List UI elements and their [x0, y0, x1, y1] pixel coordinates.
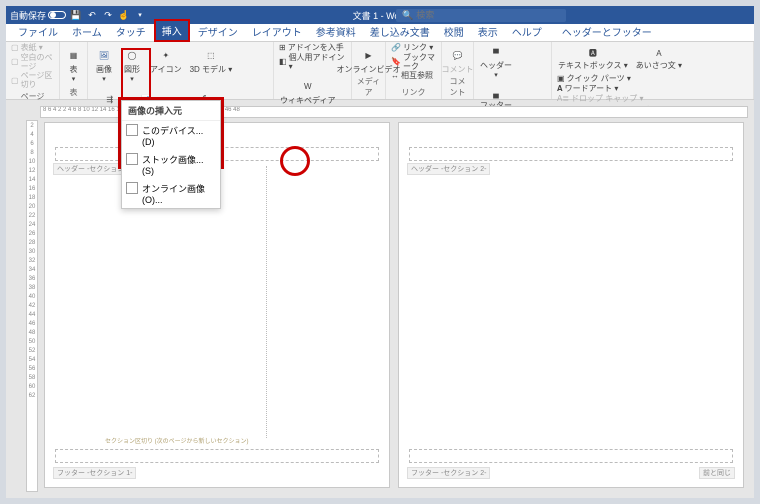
touch-mode-icon[interactable]: ☝	[118, 9, 130, 21]
save-icon[interactable]: 💾	[70, 9, 82, 21]
menu-online-pictures[interactable]: オンライン画像(O)...	[122, 179, 220, 208]
icons-button[interactable]: ✦アイコン	[148, 44, 184, 75]
menu-this-device[interactable]: このデバイス...(D)	[122, 121, 220, 150]
header-button[interactable]: ▀ヘッダー▾	[478, 44, 514, 80]
footer-icon: ▄	[488, 85, 504, 101]
online-video-button[interactable]: ▶オンラインビデオ	[356, 44, 381, 75]
dropdown-header: 画像の挿入元	[122, 101, 220, 121]
greeting-button[interactable]: Aあいさつ文 ▾	[634, 44, 684, 71]
shapes-button[interactable]: ◯図形▾	[120, 44, 144, 84]
ribbon-tabs: ファイル ホーム タッチ 挿入 デザイン レイアウト 参考資料 差し込み文書 校…	[6, 24, 754, 42]
cube-icon: ⬚	[201, 45, 221, 65]
group-header-footer: ▀ヘッダー▾ ▄フッター▾ #ページ番号 ▾ ヘッダーとフッター	[474, 42, 552, 99]
footer-area[interactable]	[409, 449, 733, 463]
group-comments: 💬コメント コメント	[442, 42, 474, 99]
tab-mailings[interactable]: 差し込み文書	[364, 22, 436, 41]
textbox-icon: 🅰	[585, 45, 601, 61]
page-break-button: ▢ページ区切り	[10, 72, 55, 90]
greeting-icon: A	[651, 45, 667, 61]
store-icon: ⊞	[279, 44, 286, 53]
search-box[interactable]: 🔍	[396, 9, 566, 22]
ribbon: ▢表紙 ▾ ▢空白のページ ▢ページ区切り ページ ▦表▾ 表 🖼画像▾ ◯図形…	[6, 42, 754, 100]
tab-file[interactable]: ファイル	[12, 22, 64, 41]
wordart-button[interactable]: 𝐀ワードアート ▾	[556, 85, 645, 94]
video-icon: ▶	[359, 45, 379, 65]
pictures-dropdown: 画像の挿入元 このデバイス...(D) ストック画像...(S) オンライン画像…	[121, 100, 221, 209]
wordart-icon: 𝐀	[557, 85, 563, 94]
footer-section-tag: フッター -セクション 1-	[53, 467, 136, 479]
anchor-dotted-line	[266, 166, 267, 438]
tab-help[interactable]: ヘルプ	[506, 22, 548, 41]
cover-page-button: ▢表紙 ▾	[10, 44, 55, 53]
tab-touch[interactable]: タッチ	[110, 22, 152, 41]
link-button[interactable]: 🔗リンク ▾	[390, 44, 437, 53]
comment-icon: 💬	[448, 45, 468, 65]
tab-review[interactable]: 校閲	[438, 22, 470, 41]
table-icon: ▦	[64, 45, 84, 65]
tab-design[interactable]: デザイン	[192, 22, 244, 41]
icons-icon: ✦	[156, 45, 176, 65]
tab-layout[interactable]: レイアウト	[246, 22, 308, 41]
tab-home[interactable]: ホーム	[66, 22, 108, 41]
crossref-icon: ↔	[391, 72, 399, 81]
same-as-previous-tag: 前と同じ	[699, 467, 735, 479]
section-break-label: セクション区切り (次のページから新しいセクション)	[105, 436, 249, 445]
group-label: 表	[64, 86, 83, 99]
comment-button: 💬コメント	[446, 44, 469, 75]
group-media: ▶オンラインビデオ メディア	[352, 42, 386, 99]
header-area[interactable]	[409, 147, 733, 161]
group-label: リンク	[390, 86, 437, 99]
tab-view[interactable]: 表示	[472, 22, 504, 41]
dropcap-icon: A≣	[557, 95, 569, 104]
group-illustrations: 🖼画像▾ ◯図形▾ ✦アイコン ⬚3D モデル ▾ ⇶SmartArt 📊グラフ…	[88, 42, 274, 99]
group-pages: ▢表紙 ▾ ▢空白のページ ▢ページ区切り ページ	[6, 42, 60, 99]
get-addins-button[interactable]: ⊞アドインを入手	[278, 44, 347, 53]
menu-stock-images[interactable]: ストック画像...(S)	[122, 150, 220, 179]
redo-icon[interactable]: ↷	[102, 9, 114, 21]
link-icon: 🔗	[391, 44, 401, 53]
shapes-icon: ◯	[122, 45, 142, 65]
toggle-pill-icon	[48, 11, 66, 19]
search-icon: 🔍	[402, 10, 413, 21]
search-input[interactable]	[416, 10, 560, 20]
bookmark-icon: 🔖	[391, 58, 401, 67]
group-label: コメント	[446, 75, 469, 99]
tab-header-footer[interactable]: ヘッダーとフッター	[556, 22, 658, 41]
blank-page-button: ▢空白のページ	[10, 54, 55, 72]
quickparts-icon: ▣	[557, 75, 565, 84]
group-tables: ▦表▾ 表	[60, 42, 88, 99]
page-2[interactable]: ヘッダー -セクション 2- フッター -セクション 2- 前と同じ	[398, 122, 744, 488]
wikipedia-icon: W	[298, 76, 318, 96]
addin-icon: ◧	[279, 58, 287, 67]
group-label: メディア	[356, 75, 381, 99]
wikipedia-button[interactable]: Wウィキペディア	[278, 75, 337, 106]
group-links: 🔗リンク ▾ 🔖ブックマーク ↔相互参照 リンク	[386, 42, 442, 99]
3d-model-button[interactable]: ⬚3D モデル ▾	[188, 44, 235, 75]
vertical-ruler[interactable]: 2468101214161820222426283032343638404244…	[26, 120, 38, 492]
group-label: ページ	[10, 90, 55, 103]
tab-insert[interactable]: 挿入	[154, 19, 190, 42]
footer-section-tag: フッター -セクション 2-	[407, 467, 490, 479]
dropcap-button: A≣ドロップ キャップ ▾	[556, 95, 645, 104]
cross-ref-button[interactable]: ↔相互参照	[390, 72, 437, 81]
header-icon: ▀	[488, 45, 504, 61]
pictures-button[interactable]: 🖼画像▾	[92, 44, 116, 84]
textbox-button[interactable]: 🅰テキストボックス ▾	[556, 44, 630, 71]
undo-icon[interactable]: ↶	[86, 9, 98, 21]
tab-references[interactable]: 参考資料	[310, 22, 362, 41]
group-text: 🅰テキストボックス ▾ Aあいさつ文 ▾ ▣クイック パーツ ▾ 𝐀ワードアート…	[552, 42, 754, 99]
table-button[interactable]: ▦表▾	[64, 44, 83, 84]
qat-customize-icon[interactable]: ▾	[134, 9, 146, 21]
bookmark-button[interactable]: 🔖ブックマーク	[390, 54, 437, 72]
quick-parts-button[interactable]: ▣クイック パーツ ▾	[556, 75, 645, 84]
autosave-toggle[interactable]: 自動保存	[10, 9, 66, 22]
footer-area[interactable]	[55, 449, 379, 463]
picture-icon: 🖼	[94, 45, 114, 65]
header-section-tag: ヘッダー -セクション 2-	[407, 163, 490, 175]
